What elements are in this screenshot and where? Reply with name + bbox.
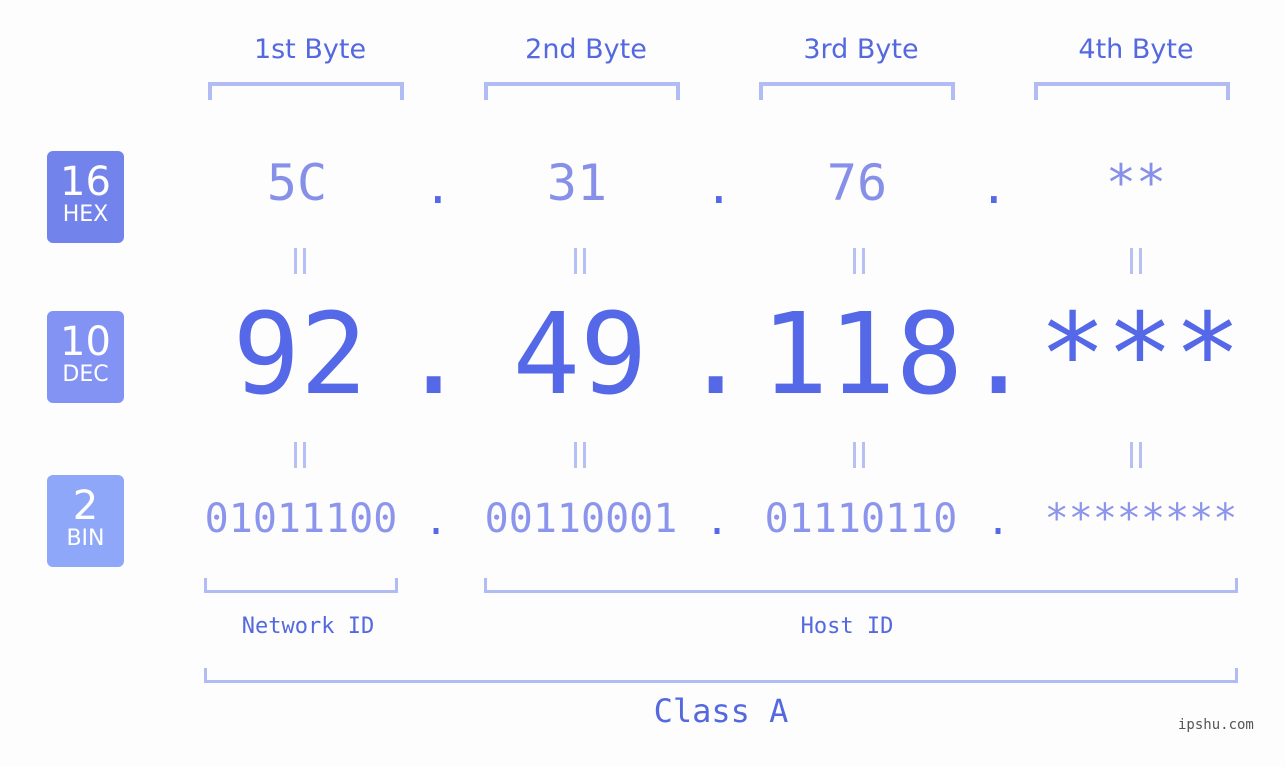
bin-separator-1: . bbox=[424, 498, 449, 544]
host-id-bracket bbox=[484, 578, 1238, 593]
dec-separator-1: . bbox=[400, 290, 468, 420]
bin-badge: 2 BIN bbox=[47, 475, 124, 567]
dec-separator-3: . bbox=[965, 290, 1033, 420]
dec-separator-2: . bbox=[682, 290, 750, 420]
byte-bracket-4 bbox=[1034, 82, 1230, 100]
class-bracket bbox=[204, 668, 1238, 683]
host-id-label: Host ID bbox=[800, 614, 894, 639]
byte-bracket-2 bbox=[484, 82, 680, 100]
equals-icon bbox=[1130, 442, 1142, 468]
network-id-label: Network ID bbox=[241, 614, 375, 639]
bin-byte-3: 01110110 bbox=[764, 496, 958, 542]
bin-badge-label: BIN bbox=[66, 526, 105, 551]
byte-header-1: 1st Byte bbox=[253, 34, 367, 65]
dec-badge-label: DEC bbox=[62, 362, 109, 387]
dec-badge-number: 10 bbox=[60, 319, 111, 365]
dec-byte-3: 118 bbox=[760, 290, 964, 420]
hex-separator-1: . bbox=[424, 160, 452, 214]
bin-separator-2: . bbox=[705, 498, 730, 544]
hex-byte-4: ** bbox=[1105, 154, 1167, 212]
equals-icon bbox=[1130, 248, 1142, 274]
dec-byte-1: 92 bbox=[232, 290, 368, 420]
hex-byte-2: 31 bbox=[546, 154, 608, 212]
dec-byte-2: 49 bbox=[512, 290, 648, 420]
bin-badge-number: 2 bbox=[72, 483, 99, 529]
equals-icon bbox=[294, 248, 306, 274]
dec-byte-4: *** bbox=[1038, 290, 1242, 420]
hex-badge-label: HEX bbox=[62, 202, 109, 227]
equals-icon bbox=[853, 248, 865, 274]
hex-byte-3: 76 bbox=[826, 154, 888, 212]
byte-header-2: 2nd Byte bbox=[525, 34, 647, 65]
hex-badge-number: 16 bbox=[60, 159, 111, 205]
byte-header-3: 3rd Byte bbox=[803, 34, 919, 65]
bin-byte-4: ******** bbox=[1044, 496, 1238, 542]
byte-bracket-3 bbox=[759, 82, 955, 100]
network-id-bracket bbox=[204, 578, 398, 593]
hex-separator-3: . bbox=[980, 160, 1008, 214]
dec-badge: 10 DEC bbox=[47, 311, 124, 403]
class-label: Class A bbox=[653, 692, 789, 730]
hex-separator-2: . bbox=[705, 160, 733, 214]
bin-separator-3: . bbox=[986, 498, 1011, 544]
bin-byte-2: 00110001 bbox=[484, 496, 678, 542]
hex-badge: 16 HEX bbox=[47, 151, 124, 243]
equals-icon bbox=[294, 442, 306, 468]
byte-header-4: 4th Byte bbox=[1078, 34, 1194, 65]
bin-byte-1: 01011100 bbox=[204, 496, 398, 542]
equals-icon bbox=[574, 442, 586, 468]
watermark: ipshu.com bbox=[1178, 717, 1254, 733]
hex-byte-1: 5C bbox=[266, 154, 328, 212]
equals-icon bbox=[853, 442, 865, 468]
equals-icon bbox=[574, 248, 586, 274]
byte-bracket-1 bbox=[208, 82, 404, 100]
